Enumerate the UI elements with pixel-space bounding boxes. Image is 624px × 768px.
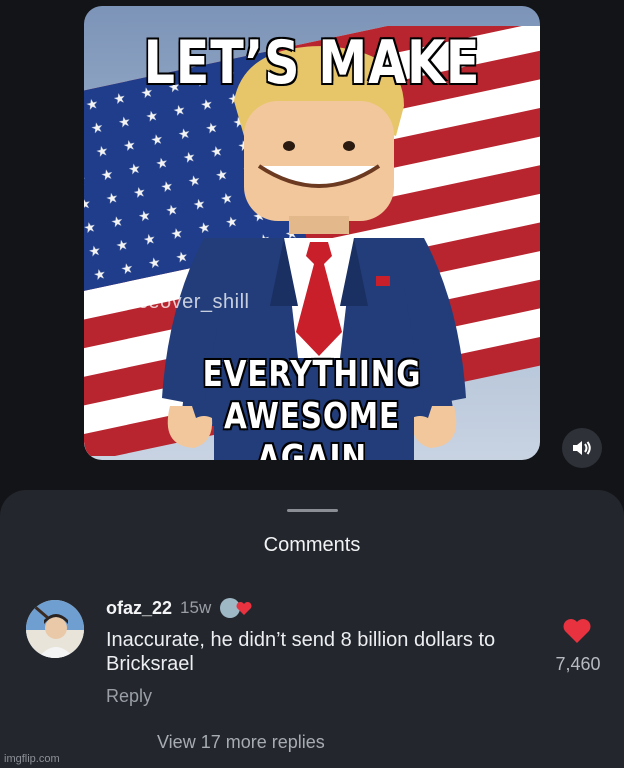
comment-meta: ofaz_22 15w [106, 596, 253, 620]
comments-sheet: Comments ofaz_22 15w Inaccurate, he didn… [0, 490, 624, 768]
comments-title: Comments [263, 534, 361, 556]
like-count: 7,460 [555, 654, 601, 674]
meme-bottom-line-1: EVERYTHING AWESOME [202, 354, 422, 437]
reply-button[interactable]: Reply [106, 686, 152, 707]
comment-text: Inaccurate, he didn’t send 8 billion dol… [106, 629, 496, 675]
avatar-image [26, 600, 84, 658]
meme-top-text: LET’S MAKE [143, 28, 481, 98]
sound-toggle-button[interactable] [562, 428, 602, 468]
imgflip-watermark: imgflip.com [4, 753, 60, 765]
creator-watermark: @voiceover_shill [90, 291, 250, 313]
like-button[interactable] [562, 618, 592, 644]
liked-by-author-badge [219, 597, 253, 619]
drag-handle[interactable] [287, 509, 338, 512]
comment-username[interactable]: ofaz_22 [106, 598, 172, 619]
view-more-replies-link[interactable]: View 17 more replies [157, 732, 325, 753]
author-heart-icon [220, 598, 252, 618]
meme-bottom-line-2: AGAIN [257, 438, 367, 460]
meme-bottom-text: EVERYTHING AWESOME AGAIN [125, 354, 499, 460]
avatar[interactable] [26, 600, 84, 658]
post-media[interactable]: ★ [84, 6, 540, 460]
speaker-icon [573, 441, 591, 455]
heart-icon [563, 619, 591, 643]
comment-timestamp: 15w [180, 598, 212, 617]
